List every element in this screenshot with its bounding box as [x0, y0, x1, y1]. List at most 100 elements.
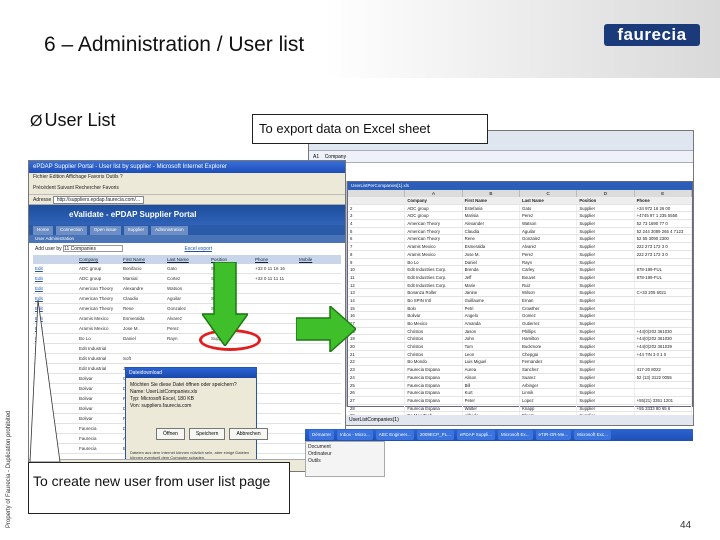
excel-cell[interactable]: C+33 205 6021 [635, 289, 692, 296]
excel-cell[interactable]: Supplier [577, 227, 635, 235]
excel-cell[interactable]: Faurecia Espana [405, 366, 463, 373]
excel-cell[interactable]: Marie [463, 281, 520, 289]
excel-cell[interactable]: Supplier [577, 396, 635, 404]
excel-cell[interactable]: Ernan [520, 296, 578, 304]
excel-cell[interactable]: 4 [348, 220, 406, 227]
excel-cell[interactable]: Supplier [577, 358, 635, 366]
taskbar-item[interactable]: Microsoft Ex... [498, 430, 533, 440]
excel-cell[interactable]: Aguilar [520, 227, 578, 235]
excel-cell[interactable]: Luis Miguel [463, 358, 520, 366]
excel-cell[interactable]: Janine [463, 289, 520, 296]
excel-cell[interactable]: Linnik [520, 389, 578, 396]
edit-user-link[interactable]: Edit [33, 404, 77, 413]
excel-cell[interactable] [635, 296, 692, 304]
excel-cell[interactable]: 5 [348, 227, 406, 235]
edit-user-link[interactable]: Edit [33, 344, 77, 353]
excel-cell[interactable]: 14 [348, 296, 406, 304]
excel-cell[interactable]: Supplier [577, 281, 635, 289]
browser-menu-bar[interactable]: Fichier Edition Affichage Favoris Outils… [29, 173, 345, 182]
excel-cell[interactable]: 8 [348, 250, 406, 258]
excel-cell[interactable]: +44(0)202 361030 [635, 335, 692, 343]
excel-cell[interactable]: Gutierrez [520, 320, 578, 327]
excel-cell[interactable]: American Theory [405, 227, 463, 235]
excel-cell[interactable]: Crowther [520, 304, 578, 312]
user-grid-column-header[interactable]: Phone [253, 255, 297, 264]
excel-cell[interactable] [635, 312, 692, 319]
excel-cell[interactable]: Watson [520, 220, 578, 227]
excel-cell[interactable]: Gato [520, 204, 578, 212]
edit-user-link[interactable]: Edit [33, 264, 77, 273]
excel-cell[interactable]: Faurecia Espana [405, 396, 463, 404]
excel-cell[interactable] [635, 358, 692, 366]
edit-user-link[interactable]: Edit [33, 424, 77, 433]
taskbar-popup-item[interactable]: Outils [308, 458, 382, 465]
excel-cell[interactable]: +44 7IN 3 0 1 0 [635, 350, 692, 358]
excel-cell[interactable]: Bo Lo [405, 258, 463, 266]
edit-user-link[interactable]: Edit [33, 334, 77, 343]
excel-cell[interactable]: Supplier [577, 266, 635, 273]
excel-cell[interactable]: Angelo [463, 312, 520, 319]
excel-cell[interactable]: Faurecia Espana [405, 404, 463, 412]
dialog-cancel-button[interactable]: Abbrechen [229, 428, 268, 440]
dialog-open-button[interactable]: Öffnen [156, 428, 185, 440]
excel-cell[interactable]: Bonanza Roller [405, 289, 463, 296]
excel-cell[interactable]: Bolivar [405, 312, 463, 319]
excel-cell[interactable]: Bo Mondo [405, 358, 463, 366]
address-input[interactable]: http://suppliers.epdap.faurecia.com/... [52, 196, 145, 204]
excel-cell[interactable]: Supplier [577, 312, 635, 319]
portal-tab[interactable]: Home [33, 226, 54, 235]
taskbar-popup-item[interactable]: Document [308, 444, 382, 451]
browser-address-bar[interactable]: Adresse http://suppliers.epdap.faurecia.… [29, 195, 345, 205]
excel-cell[interactable]: Leon [463, 350, 520, 358]
edit-user-link[interactable]: Edit [33, 324, 77, 333]
excel-cell[interactable]: Faurecia Espana [405, 373, 463, 381]
excel-cell[interactable]: Supplier [577, 243, 635, 250]
export-link[interactable]: Excel export [184, 246, 212, 252]
excel-cell[interactable]: Supplier [577, 381, 635, 389]
edit-user-link[interactable]: Edit [33, 374, 77, 383]
excel-cell[interactable]: Fernandez [520, 358, 578, 366]
excel-cell[interactable]: Bouvet [520, 273, 578, 281]
dialog-save-button[interactable]: Speichern [188, 428, 226, 440]
excel-column-letter[interactable]: B [463, 190, 520, 197]
excel-cell[interactable]: Supplier [577, 304, 635, 312]
excel-cell[interactable]: Sanchez [520, 366, 578, 373]
excel-cell[interactable]: Supplier [577, 335, 635, 343]
excel-column-letter[interactable] [348, 190, 406, 197]
taskbar-item[interactable]: 2009ECP_PL... [416, 430, 454, 440]
excel-cell[interactable]: ADC group [405, 204, 463, 212]
excel-cell[interactable]: Jose M. [463, 250, 520, 258]
excel-cell[interactable]: 10 [348, 266, 406, 273]
excel-cell[interactable]: Knapp [520, 404, 578, 412]
excel-cell[interactable]: American Theory [405, 235, 463, 243]
excel-cell[interactable]: Marisia [463, 212, 520, 220]
edit-user-link[interactable]: Edit [33, 304, 77, 313]
excel-cell[interactable]: Wilson [520, 289, 578, 296]
excel-cell[interactable]: 26 [348, 389, 406, 396]
excel-header-cell[interactable]: Position [577, 197, 635, 204]
excel-cell[interactable]: Perez [520, 212, 578, 220]
excel-cell[interactable]: Jason [463, 327, 520, 335]
excel-cell[interactable]: Daniel [463, 258, 520, 266]
user-grid-column-header[interactable]: First Name [121, 255, 165, 264]
excel-cell[interactable]: 18 [348, 327, 406, 335]
excel-cell[interactable]: 13 [348, 289, 406, 296]
excel-cell[interactable]: +44(0)202 361039 [635, 343, 692, 350]
excel-formula-bar[interactable]: A1 Company [309, 151, 693, 163]
excel-cell[interactable]: 9 [348, 258, 406, 266]
excel-column-letter[interactable]: C [520, 190, 578, 197]
excel-cell[interactable]: Aramis Mexico [405, 243, 463, 250]
excel-cell[interactable]: Arbinger [520, 381, 578, 389]
excel-cell[interactable]: Supplier [577, 212, 635, 220]
excel-cell[interactable]: Alvarez [520, 243, 578, 250]
edit-user-link[interactable]: Edit [33, 314, 77, 323]
excel-cell[interactable]: Rayn [520, 258, 578, 266]
excel-cell[interactable] [635, 281, 692, 289]
edit-user-link[interactable]: Edit [33, 434, 77, 443]
excel-cell[interactable]: 20 [348, 343, 406, 350]
excel-cell[interactable]: Tom [463, 343, 520, 350]
excel-header-cell[interactable]: Last Name [519, 197, 578, 204]
edit-user-link[interactable]: Edit [33, 294, 77, 303]
portal-tab[interactable]: Supplier [123, 226, 149, 235]
excel-cell[interactable]: Christos [405, 327, 463, 335]
